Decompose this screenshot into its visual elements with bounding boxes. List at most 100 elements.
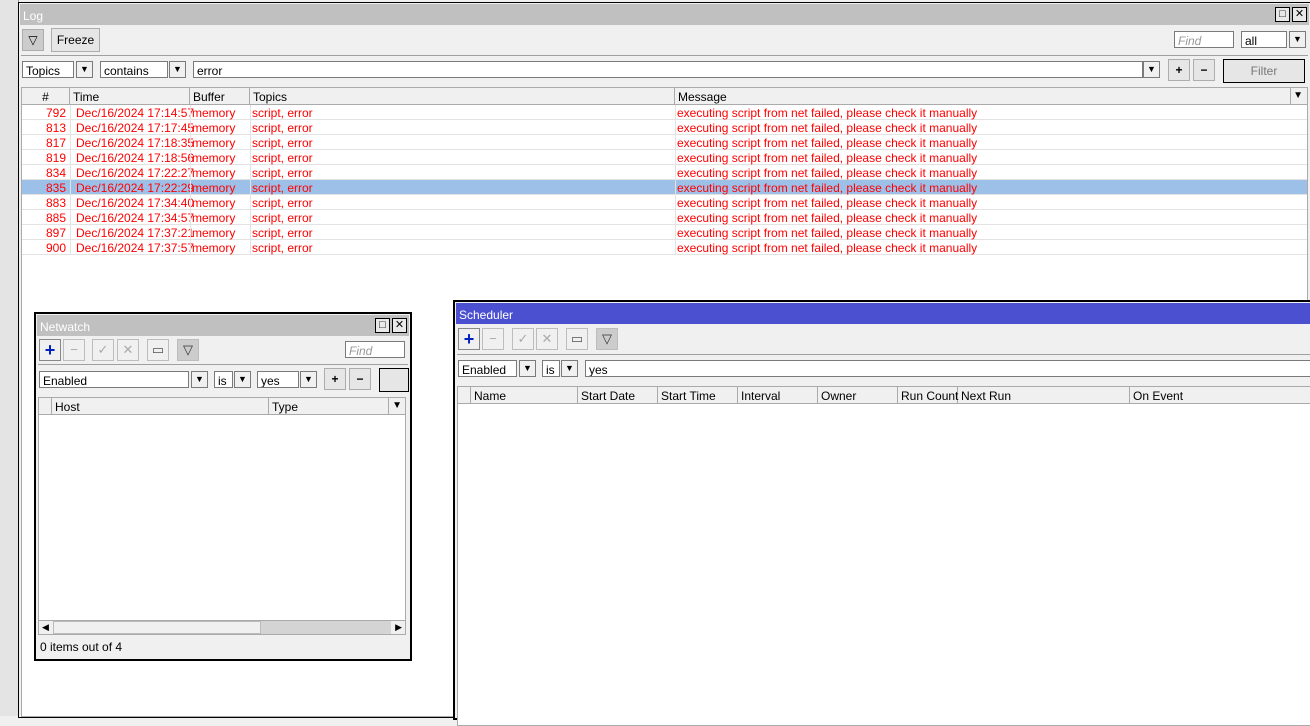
col-next-run[interactable]: Next Run [958, 387, 1130, 404]
log-title: Log [23, 9, 44, 23]
close-icon[interactable]: ✕ [1292, 7, 1307, 22]
filter-field-dropdown-icon[interactable]: ▼ [191, 371, 208, 388]
filter-op-select[interactable]: is [214, 371, 233, 388]
cell-time: Dec/16/2024 17:22:29 [76, 181, 195, 195]
netwatch-title-bar[interactable]: Netwatch □ ✕ [37, 315, 409, 336]
table-row[interactable]: 819 Dec/16/2024 17:18:56 memory script, err… [22, 150, 1307, 165]
funnel-icon[interactable]: ▽ [596, 328, 618, 350]
cell-topics: script, error [252, 241, 313, 255]
buffer-dropdown-icon[interactable]: ▼ [1289, 31, 1306, 48]
comment-icon[interactable]: ▭ [147, 339, 169, 361]
maximize-icon[interactable]: □ [375, 318, 390, 333]
table-row[interactable]: 897 Dec/16/2024 17:37:21 memory script, err… [22, 225, 1307, 240]
scroll-right-icon[interactable]: ▶ [395, 622, 402, 633]
filter-value-dropdown-icon[interactable]: ▼ [300, 371, 317, 388]
filter-field-select[interactable]: Topics [22, 61, 74, 78]
cell-buffer: memory [192, 136, 236, 150]
remove-filter-button[interactable]: − [349, 368, 371, 390]
col-message[interactable]: Message [675, 88, 1291, 105]
column-menu-icon[interactable]: ▼ [392, 400, 402, 411]
filter-field-dropdown-icon[interactable]: ▼ [519, 360, 536, 377]
col-id[interactable]: # [22, 88, 70, 105]
scheduler-window: Scheduler + − ✓ ✕ ▭ ▽ Enabled ▼ is ▼ yes… [453, 300, 1310, 726]
remove-filter-button[interactable]: − [1193, 59, 1215, 81]
col-on-event[interactable]: On Event [1130, 387, 1310, 404]
table-row[interactable]: 834 Dec/16/2024 17:22:27 memory script, err… [22, 165, 1307, 180]
cell-message: executing script from net failed, please… [677, 181, 978, 195]
filter-value-dropdown-icon[interactable]: ▼ [1143, 61, 1160, 78]
funnel-icon[interactable]: ▽ [177, 339, 199, 361]
table-row[interactable]: 883 Dec/16/2024 17:34:40 memory script, err… [22, 195, 1307, 210]
col-type[interactable]: Type [269, 398, 389, 415]
table-row[interactable]: 813 Dec/16/2024 17:17:45 memory script, err… [22, 120, 1307, 135]
col-host[interactable]: Host [52, 398, 269, 415]
col-topics[interactable]: Topics [250, 88, 675, 105]
table-row[interactable]: 792 Dec/16/2024 17:14:57 memory script, err… [22, 105, 1307, 120]
log-table-header: # Time Buffer Topics Message ▼ [22, 88, 1307, 105]
netwatch-title: Netwatch [40, 320, 91, 334]
add-icon[interactable]: + [458, 328, 480, 350]
cell-buffer: memory [192, 121, 236, 135]
col-start-date[interactable]: Start Date [578, 387, 658, 404]
cell-time: Dec/16/2024 17:18:56 [76, 151, 195, 165]
remove-icon[interactable]: − [63, 339, 85, 361]
filter-op-select[interactable]: is [542, 360, 560, 377]
enable-icon[interactable]: ✓ [512, 328, 534, 350]
cell-topics: script, error [252, 121, 313, 135]
table-row[interactable]: 817 Dec/16/2024 17:18:35 memory script, err… [22, 135, 1307, 150]
maximize-icon[interactable]: □ [1275, 7, 1290, 22]
filter-op-select[interactable]: contains [100, 61, 168, 78]
enable-icon[interactable]: ✓ [92, 339, 114, 361]
scrollbar-thumb[interactable] [53, 621, 261, 634]
find-input[interactable]: Find [1174, 31, 1234, 48]
col-buffer[interactable]: Buffer [190, 88, 250, 105]
column-menu-icon[interactable]: ▼ [1293, 90, 1303, 101]
find-input[interactable]: Find [345, 341, 405, 358]
filter-field-select[interactable]: Enabled [39, 371, 189, 388]
cell-message: executing script from net failed, please… [677, 241, 978, 255]
comment-icon[interactable]: ▭ [566, 328, 588, 350]
scheduler-title-bar[interactable]: Scheduler [456, 303, 1310, 324]
filter-value-input[interactable]: yes [585, 360, 1310, 377]
col-run-count[interactable]: Run Count [898, 387, 958, 404]
filter-value-input[interactable]: error [193, 61, 1143, 78]
buffer-select[interactable]: all [1241, 31, 1287, 48]
col-time[interactable]: Time [70, 88, 190, 105]
scroll-left-icon[interactable]: ◀ [42, 622, 49, 633]
cell-buffer: memory [192, 211, 236, 225]
cell-buffer: memory [192, 151, 236, 165]
log-title-bar[interactable]: Log □ ✕ [20, 4, 1309, 25]
cell-topics: script, error [252, 166, 313, 180]
table-row[interactable]: 900 Dec/16/2024 17:37:57 memory script, err… [22, 240, 1307, 255]
col-name[interactable]: Name [471, 387, 578, 404]
cell-id: 813 [45, 121, 66, 135]
freeze-button[interactable]: Freeze [51, 28, 100, 52]
filter-field-dropdown-icon[interactable]: ▼ [76, 61, 93, 78]
disable-icon[interactable]: ✕ [536, 328, 558, 350]
background-window [0, 0, 19, 716]
close-icon[interactable]: ✕ [392, 318, 407, 333]
add-filter-button[interactable]: + [324, 368, 346, 390]
cell-message: executing script from net failed, please… [677, 151, 978, 165]
remove-icon[interactable]: − [482, 328, 504, 350]
disable-icon[interactable]: ✕ [117, 339, 139, 361]
cell-message: executing script from net failed, please… [677, 106, 978, 120]
filter-op-dropdown-icon[interactable]: ▼ [169, 61, 186, 78]
filter-button[interactable]: Filter [1223, 59, 1305, 83]
filter-field-select[interactable]: Enabled [458, 360, 517, 377]
add-icon[interactable]: + [39, 339, 61, 361]
filter-button[interactable] [379, 368, 409, 392]
table-row[interactable]: 885 Dec/16/2024 17:34:57 memory script, err… [22, 210, 1307, 225]
cell-message: executing script from net failed, please… [677, 226, 978, 240]
add-filter-button[interactable]: + [1168, 59, 1190, 81]
col-owner[interactable]: Owner [818, 387, 898, 404]
table-row[interactable]: 835 Dec/16/2024 17:22:29 memory script, err… [22, 180, 1307, 195]
col-start-time[interactable]: Start Time [658, 387, 738, 404]
filter-value-select[interactable]: yes [257, 371, 299, 388]
horizontal-scrollbar[interactable]: ◀ ▶ [39, 620, 405, 634]
cell-id: 835 [45, 181, 66, 195]
col-interval[interactable]: Interval [738, 387, 818, 404]
filter-op-dropdown-icon[interactable]: ▼ [561, 360, 578, 377]
filter-op-dropdown-icon[interactable]: ▼ [234, 371, 251, 388]
filter-toggle-button[interactable]: ▽ [22, 29, 44, 51]
